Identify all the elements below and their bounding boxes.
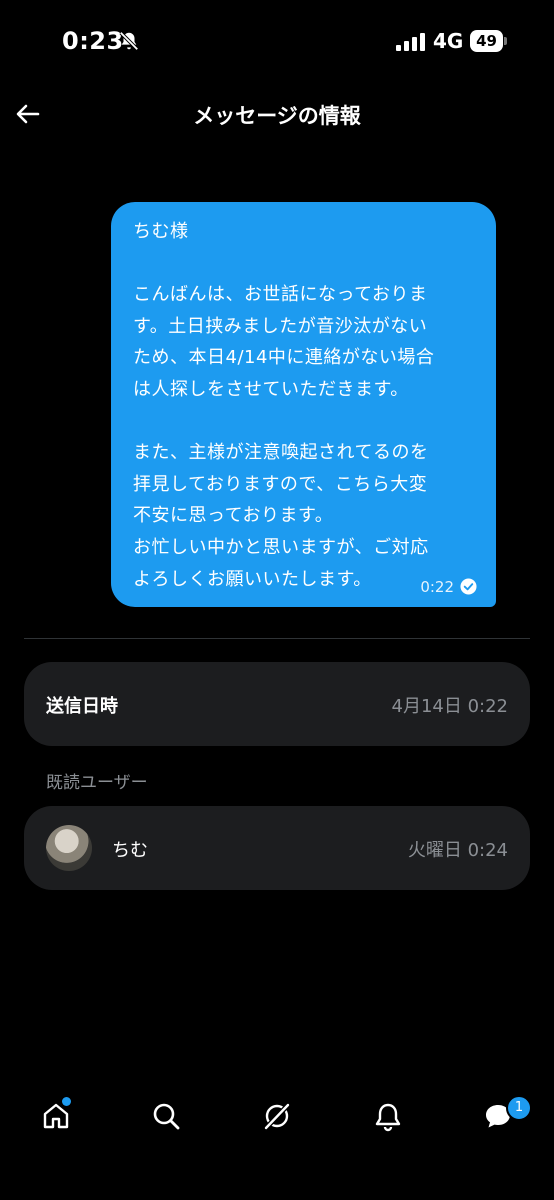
page-title: メッセージの情報 — [193, 104, 361, 128]
network-type: 4G — [433, 29, 464, 53]
sent-time-label: 送信日時 — [46, 696, 118, 717]
read-by-section-label: 既読ユーザー — [46, 773, 148, 793]
bottom-tab-bar — [0, 1090, 554, 1150]
status-time: 0:23 — [62, 27, 124, 55]
notifications-icon — [375, 1103, 401, 1132]
message-time: 0:22 — [420, 578, 454, 596]
message-text: ちむ様 こんばんは、お世話になっておりま す。土日挟みましたが音沙汰がない ため… — [133, 221, 435, 590]
tab-notifications[interactable] — [368, 1096, 408, 1136]
grok-icon — [264, 1103, 290, 1130]
reader-read-time: 火曜日 0:24 — [407, 840, 508, 861]
reader-name: ちむ — [112, 840, 148, 861]
battery-icon: 49 — [470, 30, 507, 52]
tab-search[interactable] — [146, 1096, 186, 1136]
read-check-icon — [460, 578, 477, 595]
avatar[interactable] — [46, 825, 92, 871]
messages-badge: 1 — [506, 1095, 532, 1121]
nav-header: メッセージの情報 — [0, 84, 554, 144]
battery-level: 49 — [470, 30, 503, 52]
bell-muted-icon — [119, 31, 139, 51]
search-icon — [153, 1103, 180, 1130]
message-bubble[interactable]: ちむ様 こんばんは、お世話になっておりま す。土日挟みましたが音沙汰がない ため… — [111, 202, 496, 607]
tab-grok[interactable] — [257, 1096, 297, 1136]
cellular-signal-icon — [396, 33, 425, 51]
status-bar: 0:23 4G 49 — [0, 0, 554, 84]
sent-time-card: 送信日時 4月14日 0:22 — [24, 662, 530, 746]
home-unread-dot — [62, 1097, 71, 1106]
divider — [24, 638, 530, 639]
sent-time-value: 4月14日 0:22 — [391, 696, 509, 717]
reader-row[interactable]: ちむ 火曜日 0:24 — [24, 806, 530, 890]
